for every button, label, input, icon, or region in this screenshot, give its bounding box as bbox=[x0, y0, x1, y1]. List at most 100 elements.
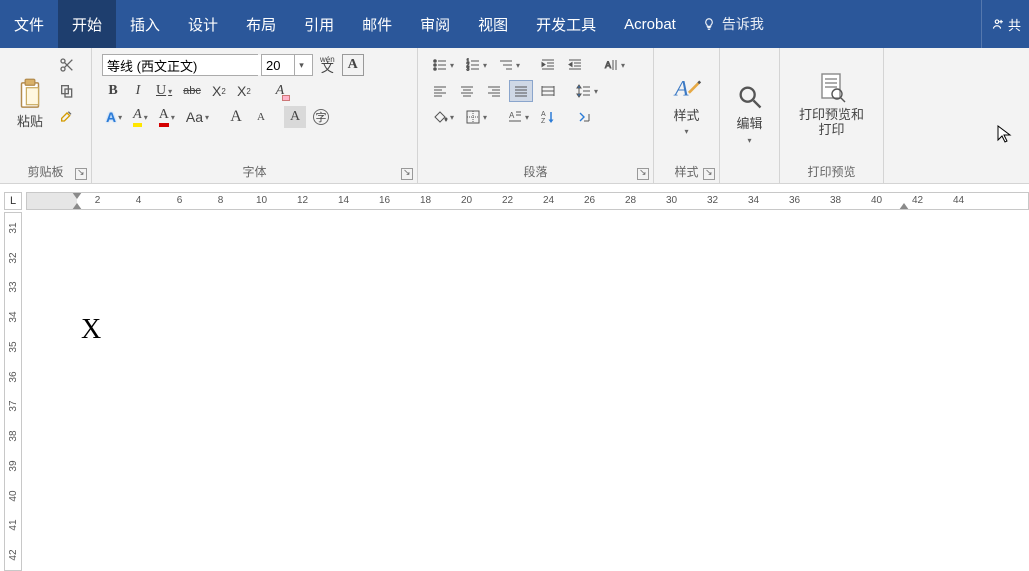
font-size-combo[interactable]: ▾ bbox=[261, 54, 313, 76]
paragraph-launcher[interactable] bbox=[637, 168, 649, 180]
svg-text:3: 3 bbox=[467, 67, 470, 73]
align-left-button[interactable] bbox=[428, 80, 452, 102]
text-effects-button[interactable]: A▾ bbox=[102, 106, 126, 128]
chevron-down-icon: ▾ bbox=[684, 127, 688, 136]
sort-button[interactable]: AZ bbox=[536, 106, 560, 128]
superscript-button[interactable]: X2 bbox=[233, 80, 255, 102]
justify-button[interactable] bbox=[509, 80, 533, 102]
print-preview-group-label: 打印预览 bbox=[807, 165, 855, 179]
tab-review[interactable]: 审阅 bbox=[406, 0, 464, 48]
styles-button[interactable]: A 样式 ▾ bbox=[663, 52, 711, 157]
align-center-button[interactable] bbox=[455, 80, 479, 102]
styles-icon: A bbox=[671, 73, 703, 105]
svg-text:A: A bbox=[541, 111, 546, 118]
highlight-button[interactable]: A▾ bbox=[129, 106, 152, 128]
tell-me-label: 告诉我 bbox=[722, 14, 764, 34]
change-case-button[interactable]: Aa▾ bbox=[182, 106, 213, 128]
paste-label: 粘贴 bbox=[17, 115, 43, 130]
shrink-font-button[interactable]: A bbox=[250, 106, 272, 128]
char-border-button[interactable]: A bbox=[342, 54, 364, 76]
format-painter-button[interactable] bbox=[56, 106, 78, 128]
decrease-indent-button[interactable] bbox=[536, 54, 560, 76]
vertical-ruler[interactable]: 313233343536373839404142 bbox=[4, 212, 22, 571]
paragraph-group-label: 段落 bbox=[523, 165, 547, 179]
tab-view[interactable]: 视图 bbox=[464, 0, 522, 48]
svg-text:A: A bbox=[605, 60, 611, 70]
svg-text:A: A bbox=[672, 75, 688, 100]
tab-file[interactable]: 文件 bbox=[0, 0, 58, 48]
bold-button[interactable]: B bbox=[102, 80, 124, 102]
document-area: L 24681012141618202224262830323436384042… bbox=[0, 184, 1029, 571]
line-spacing-button[interactable]: ▾ bbox=[572, 80, 602, 102]
pilcrow-icon bbox=[576, 109, 592, 125]
ribbon: 粘贴 剪贴板 ▾ ▾ bbox=[0, 48, 1029, 184]
align-right-button[interactable] bbox=[482, 80, 506, 102]
eraser-icon bbox=[282, 95, 290, 101]
distribute-button[interactable] bbox=[536, 80, 560, 102]
clipboard-launcher[interactable] bbox=[75, 168, 87, 180]
tab-design[interactable]: 设计 bbox=[174, 0, 232, 48]
borders-button[interactable]: ▾ bbox=[461, 106, 491, 128]
paint-bucket-icon bbox=[432, 109, 448, 125]
cut-button[interactable] bbox=[56, 54, 78, 76]
print-preview-button[interactable]: 打印预览和打印 bbox=[786, 52, 877, 157]
font-color-button[interactable]: A▾ bbox=[155, 106, 179, 128]
grow-font-button[interactable]: A bbox=[225, 106, 247, 128]
asian-layout-icon: A bbox=[603, 57, 619, 73]
editing-label: 编辑 bbox=[736, 117, 762, 132]
bullets-button[interactable]: ▾ bbox=[428, 54, 458, 76]
char-shading-button[interactable]: A bbox=[284, 106, 306, 128]
indent-icon bbox=[567, 57, 583, 73]
font-size-input[interactable] bbox=[262, 55, 294, 75]
tell-me[interactable]: 告诉我 bbox=[690, 0, 776, 48]
asian-layout-button[interactable]: A▾ bbox=[599, 54, 629, 76]
font-size-dropdown[interactable]: ▾ bbox=[294, 55, 308, 75]
tab-references[interactable]: 引用 bbox=[290, 0, 348, 48]
clear-format-button[interactable]: A bbox=[269, 80, 291, 102]
share-label: 共 bbox=[1008, 15, 1021, 34]
paste-button[interactable]: 粘贴 bbox=[6, 52, 54, 157]
numbering-button[interactable]: 123▾ bbox=[461, 54, 491, 76]
clipboard-group-label: 剪贴板 bbox=[27, 165, 63, 179]
copy-button[interactable] bbox=[56, 80, 78, 102]
font-name-input[interactable] bbox=[103, 55, 287, 75]
styles-launcher[interactable] bbox=[703, 168, 715, 180]
tab-selector[interactable]: L bbox=[4, 192, 22, 210]
shading-button[interactable]: ▾ bbox=[428, 106, 458, 128]
titlebar: 文件 开始 插入 设计 布局 引用 邮件 审阅 视图 开发工具 Acrobat … bbox=[0, 0, 1029, 48]
magnifier-icon bbox=[734, 81, 766, 113]
align-right-icon bbox=[486, 83, 502, 99]
page-canvas[interactable]: X bbox=[26, 212, 1029, 571]
editing-button[interactable]: 编辑 ▾ bbox=[726, 52, 773, 174]
enclose-char-button[interactable]: 字 bbox=[309, 106, 333, 128]
font-name-combo[interactable]: ▾ bbox=[102, 54, 258, 76]
snap-to-grid-button[interactable]: A▾ bbox=[503, 106, 533, 128]
tab-acrobat[interactable]: Acrobat bbox=[610, 0, 690, 48]
bullets-icon bbox=[432, 57, 448, 73]
horizontal-ruler[interactable]: 2468101214161820222426283032343638404244 bbox=[26, 192, 1029, 210]
outdent-icon bbox=[540, 57, 556, 73]
align-left-icon bbox=[432, 83, 448, 99]
increase-indent-button[interactable] bbox=[563, 54, 587, 76]
tab-mailings[interactable]: 邮件 bbox=[348, 0, 406, 48]
styles-label: 样式 bbox=[673, 109, 699, 124]
italic-button[interactable]: I bbox=[127, 80, 149, 102]
svg-text:Z: Z bbox=[541, 118, 546, 125]
font-launcher[interactable] bbox=[401, 168, 413, 180]
snap-grid-icon: A bbox=[507, 109, 523, 125]
tab-developer[interactable]: 开发工具 bbox=[522, 0, 610, 48]
underline-button[interactable]: U▾ bbox=[152, 80, 176, 102]
copy-icon bbox=[59, 83, 75, 99]
tab-insert[interactable]: 插入 bbox=[116, 0, 174, 48]
multilevel-list-button[interactable]: ▾ bbox=[494, 54, 524, 76]
share-button[interactable]: 共 bbox=[981, 0, 1029, 48]
strike-button[interactable]: abc bbox=[179, 80, 205, 102]
phonetic-guide-button[interactable]: wén文 bbox=[316, 54, 339, 76]
subscript-button[interactable]: X2 bbox=[208, 80, 230, 102]
align-center-icon bbox=[459, 83, 475, 99]
clipboard-icon bbox=[14, 79, 46, 111]
show-marks-button[interactable] bbox=[572, 106, 596, 128]
multilevel-icon bbox=[498, 57, 514, 73]
tab-home[interactable]: 开始 bbox=[58, 0, 116, 48]
tab-layout[interactable]: 布局 bbox=[232, 0, 290, 48]
